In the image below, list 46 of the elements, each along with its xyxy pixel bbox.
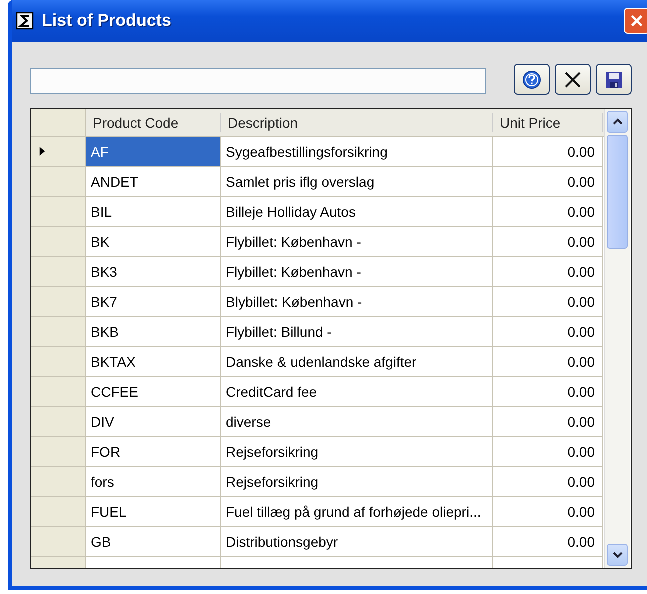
table-cell[interactable]: fors bbox=[86, 467, 221, 497]
table-cell[interactable]: 0.00 bbox=[493, 227, 603, 257]
table-cell[interactable]: 0.00 bbox=[493, 377, 603, 407]
table-cell[interactable]: Fuel tillæg på grund af forhøjede oliepri... bbox=[221, 497, 493, 527]
table-cell[interactable]: AF bbox=[86, 137, 221, 167]
table-cell[interactable]: CreditCard fee bbox=[221, 377, 493, 407]
table-cell[interactable]: 0.00 bbox=[493, 497, 603, 527]
column-header[interactable]: Description bbox=[221, 113, 493, 132]
table-cell[interactable]: BKB bbox=[86, 317, 221, 347]
table-cell[interactable]: BK3 bbox=[86, 257, 221, 287]
table-cell[interactable]: 0.00 bbox=[493, 467, 603, 497]
table-cell[interactable]: FOR bbox=[86, 437, 221, 467]
table-cell[interactable]: 0.00 bbox=[493, 197, 603, 227]
table-cell[interactable]: 0.00 bbox=[493, 137, 603, 167]
table-cell[interactable]: 0.00 bbox=[493, 287, 603, 317]
window-title: List of Products bbox=[42, 11, 172, 31]
table-cell[interactable]: Distributionsgebyr bbox=[221, 527, 493, 557]
column-header[interactable]: Product Code bbox=[86, 113, 221, 132]
table-cell[interactable]: BIL bbox=[86, 197, 221, 227]
table-cell[interactable]: FUEL bbox=[86, 497, 221, 527]
table-cell[interactable]: 0.00 bbox=[493, 527, 603, 557]
table-cell[interactable]: GB bbox=[86, 527, 221, 557]
table-cell[interactable]: Rejseforsikring bbox=[221, 467, 493, 497]
table-cell[interactable]: Samlet pris iflg overslag bbox=[221, 167, 493, 197]
table-cell[interactable]: Rejseforsikring bbox=[221, 437, 493, 467]
table-cell[interactable]: 0.00 bbox=[493, 257, 603, 287]
table-cell[interactable]: diverse bbox=[221, 407, 493, 437]
table-cell[interactable]: CCFEE bbox=[86, 377, 221, 407]
table-cell[interactable]: Danske & udenlandske afgifter bbox=[221, 347, 493, 377]
table-cell[interactable]: BKTAX bbox=[86, 347, 221, 377]
table-cell[interactable]: Flybillet: København - bbox=[221, 227, 493, 257]
table-cell[interactable]: DIV bbox=[86, 407, 221, 437]
column-header[interactable]: Unit Price bbox=[493, 113, 603, 132]
table-cell[interactable]: Blybillet: København - bbox=[221, 287, 493, 317]
table-cell[interactable]: 0.00 bbox=[493, 437, 603, 467]
table-cell[interactable]: Flybillet: Billund - bbox=[221, 317, 493, 347]
table-cell[interactable]: 0.00 bbox=[493, 167, 603, 197]
table-cell[interactable]: 0.00 bbox=[493, 407, 603, 437]
table-cell[interactable]: Billeje Holliday Autos bbox=[221, 197, 493, 227]
table-cell[interactable]: 0.00 bbox=[493, 317, 603, 347]
table-cell[interactable]: 0.00 bbox=[493, 347, 603, 377]
table-cell[interactable]: BK7 bbox=[86, 287, 221, 317]
table-cell[interactable]: Sygeafbestillingsforsikring bbox=[221, 137, 493, 167]
table-cell[interactable]: BK bbox=[86, 227, 221, 257]
table-cell[interactable]: ANDET bbox=[86, 167, 221, 197]
table-cell[interactable]: Flybillet: København - bbox=[221, 257, 493, 287]
